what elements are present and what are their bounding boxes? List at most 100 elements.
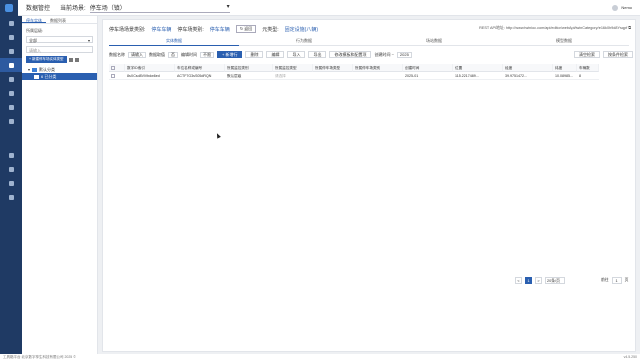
edit-button[interactable]: 编辑: [266, 51, 285, 58]
nav-sync[interactable]: [0, 86, 22, 100]
table-row[interactable]: 8sXCsd8ViVbdw6ed ACTF7G3sS05dRQN 默认层级 请选…: [109, 72, 629, 80]
table-cell: 默认层级: [225, 72, 273, 80]
crumb-meta-label: 元类型:: [262, 26, 279, 33]
column-header[interactable]: 所属停车场类型: [313, 64, 353, 72]
table-cell: 10.08985...: [553, 72, 577, 80]
page-1-button[interactable]: 1: [525, 277, 532, 284]
crumb-scene-link[interactable]: 停车车辆: [151, 26, 171, 33]
nav-network[interactable]: [0, 44, 22, 58]
delete-button[interactable]: 删除: [245, 51, 264, 58]
globe-icon: [8, 180, 14, 186]
tab-model-data[interactable]: 模型数据: [499, 37, 629, 46]
star-icon: [8, 152, 14, 158]
prev-page-button[interactable]: <: [515, 277, 522, 284]
api-url: REST API地址: http://www.twinioc.com/api/e…: [479, 26, 631, 31]
panel-tab-list[interactable]: 数据列表: [46, 16, 70, 23]
nav-settings[interactable]: [0, 16, 22, 30]
edit-icon[interactable]: [68, 57, 73, 62]
column-header[interactable]: 位置: [453, 64, 503, 72]
column-header[interactable]: 纬度: [553, 64, 577, 72]
delete-icon[interactable]: [74, 57, 79, 62]
scene-select[interactable]: 停车场（镇） ▾: [89, 3, 230, 13]
column-header[interactable]: 车位名称或编号: [175, 64, 225, 72]
sync-icon: [8, 90, 14, 96]
cond-label: 数据取值: [149, 51, 165, 57]
copy-icon[interactable]: ⧉: [628, 26, 631, 30]
back-button[interactable]: ↻ 返回: [235, 25, 257, 33]
cond-select[interactable]: 否: [168, 51, 178, 58]
column-header[interactable]: 创建时间: [403, 64, 453, 72]
nav-grid[interactable]: [0, 30, 22, 44]
sort-label: 编辑时间: [181, 51, 197, 57]
nav-doc[interactable]: [0, 114, 22, 128]
tree-item-label: 6 已分类: [41, 73, 57, 79]
nav-user[interactable]: [0, 72, 22, 86]
add-row-button[interactable]: + 新增行: [217, 51, 243, 58]
column-header[interactable]: 车辆数: [577, 64, 599, 72]
time-label: 创建时间 ~: [374, 51, 394, 57]
user-name[interactable]: Nemo: [621, 5, 632, 10]
crumb-meta-link[interactable]: 固定设施(八辆): [285, 26, 318, 33]
level-value: 全部: [29, 38, 37, 43]
export-button[interactable]: 导出: [308, 51, 327, 58]
nav-tool[interactable]: [0, 190, 22, 204]
nav-book[interactable]: [0, 100, 22, 114]
table-cell[interactable]: 请选择: [273, 72, 313, 80]
row-checkbox[interactable]: [109, 72, 125, 80]
app-logo[interactable]: [0, 0, 18, 16]
tree-item-default[interactable]: ▾ 默认分类: [22, 66, 97, 73]
sort-select[interactable]: 不限: [200, 51, 214, 58]
tab-behavior-data[interactable]: 行为数据: [239, 37, 369, 46]
import-button[interactable]: 导入: [287, 51, 306, 58]
table-cell: 115.2217489...: [453, 72, 503, 80]
nav-star[interactable]: [0, 148, 22, 162]
page-unit-label: 页: [624, 278, 629, 282]
table-cell: 39.9751472...: [503, 72, 553, 80]
table-cell: ACTF7G3sS05dRQN: [175, 72, 225, 80]
crumb-type-label: 停车场类别:: [177, 26, 204, 33]
level-select[interactable]: 全部 ▾: [26, 36, 93, 43]
tree-item-classified[interactable]: 6 已分类: [22, 73, 97, 80]
tab-entity-data[interactable]: 实体数据: [109, 37, 239, 46]
table-cell: [313, 72, 353, 80]
panel-search-input[interactable]: 请输入: [26, 46, 93, 53]
settings-icon: [8, 20, 14, 26]
page-size-select[interactable]: 20条/页: [545, 277, 565, 284]
nav-data[interactable]: [0, 58, 22, 72]
crumb-type-link[interactable]: 停车车辆: [210, 26, 230, 33]
column-header[interactable]: 所属监控类型: [273, 64, 313, 72]
lock-icon: [8, 166, 14, 172]
main-content: 停车场场景类别: 停车车辆 停车场类别: 停车车辆 ↻ 返回 元类型: 固定设施…: [102, 19, 636, 352]
table-cell: 2025-01: [403, 72, 453, 80]
tree-item-label: 默认分类: [39, 66, 56, 72]
user-icon: [8, 76, 14, 82]
template-button[interactable]: 修改模板和配置项: [329, 51, 372, 58]
data-toolbar: 数据名称 请输入 数据取值 否 编辑时间 不限 + 新增行 删除 编辑 导入 导…: [109, 51, 633, 58]
tab-station-data[interactable]: 场站数据: [369, 37, 499, 46]
scene-value: 停车场（镇）: [89, 5, 126, 12]
data-icon: [8, 62, 14, 68]
folder-icon: [34, 74, 39, 79]
reset-button[interactable]: 清空检索: [574, 51, 600, 58]
book-icon: [8, 104, 14, 110]
pagination: < 1 > 20条/页 前往 1 页: [515, 277, 628, 284]
avatar[interactable]: [612, 4, 619, 11]
panel-tab-entity[interactable]: 停车实体: [22, 16, 46, 23]
column-header[interactable]: 经度: [503, 64, 553, 72]
column-header[interactable]: 所属监控类别: [225, 64, 273, 72]
filter-name-input[interactable]: 请输入: [128, 51, 146, 58]
footer-copyright: 工具箱平台 北京数字孪生科技有限公司 2025 ©: [3, 355, 76, 359]
nav-lock[interactable]: [0, 162, 22, 176]
goto-page-input[interactable]: 1: [611, 277, 622, 284]
time-input[interactable]: 2025: [396, 51, 412, 58]
nav-globe[interactable]: [0, 176, 22, 190]
doc-icon: [8, 118, 14, 124]
search-button[interactable]: 按条件检索: [603, 51, 633, 58]
column-header[interactable]: 数字ID索引: [125, 64, 175, 72]
select-all-checkbox[interactable]: [109, 64, 125, 72]
add-entity-type-button[interactable]: + 新建停车场实体类型: [26, 56, 67, 63]
next-page-button[interactable]: >: [535, 277, 542, 284]
data-table: 数字ID索引 车位名称或编号 所属监控类别 所属监控类型 所属停车场类型 所属停…: [109, 64, 629, 80]
crumb-scene-label: 停车场场景类别:: [109, 26, 146, 33]
column-header[interactable]: 所属停车场类别: [353, 64, 403, 72]
